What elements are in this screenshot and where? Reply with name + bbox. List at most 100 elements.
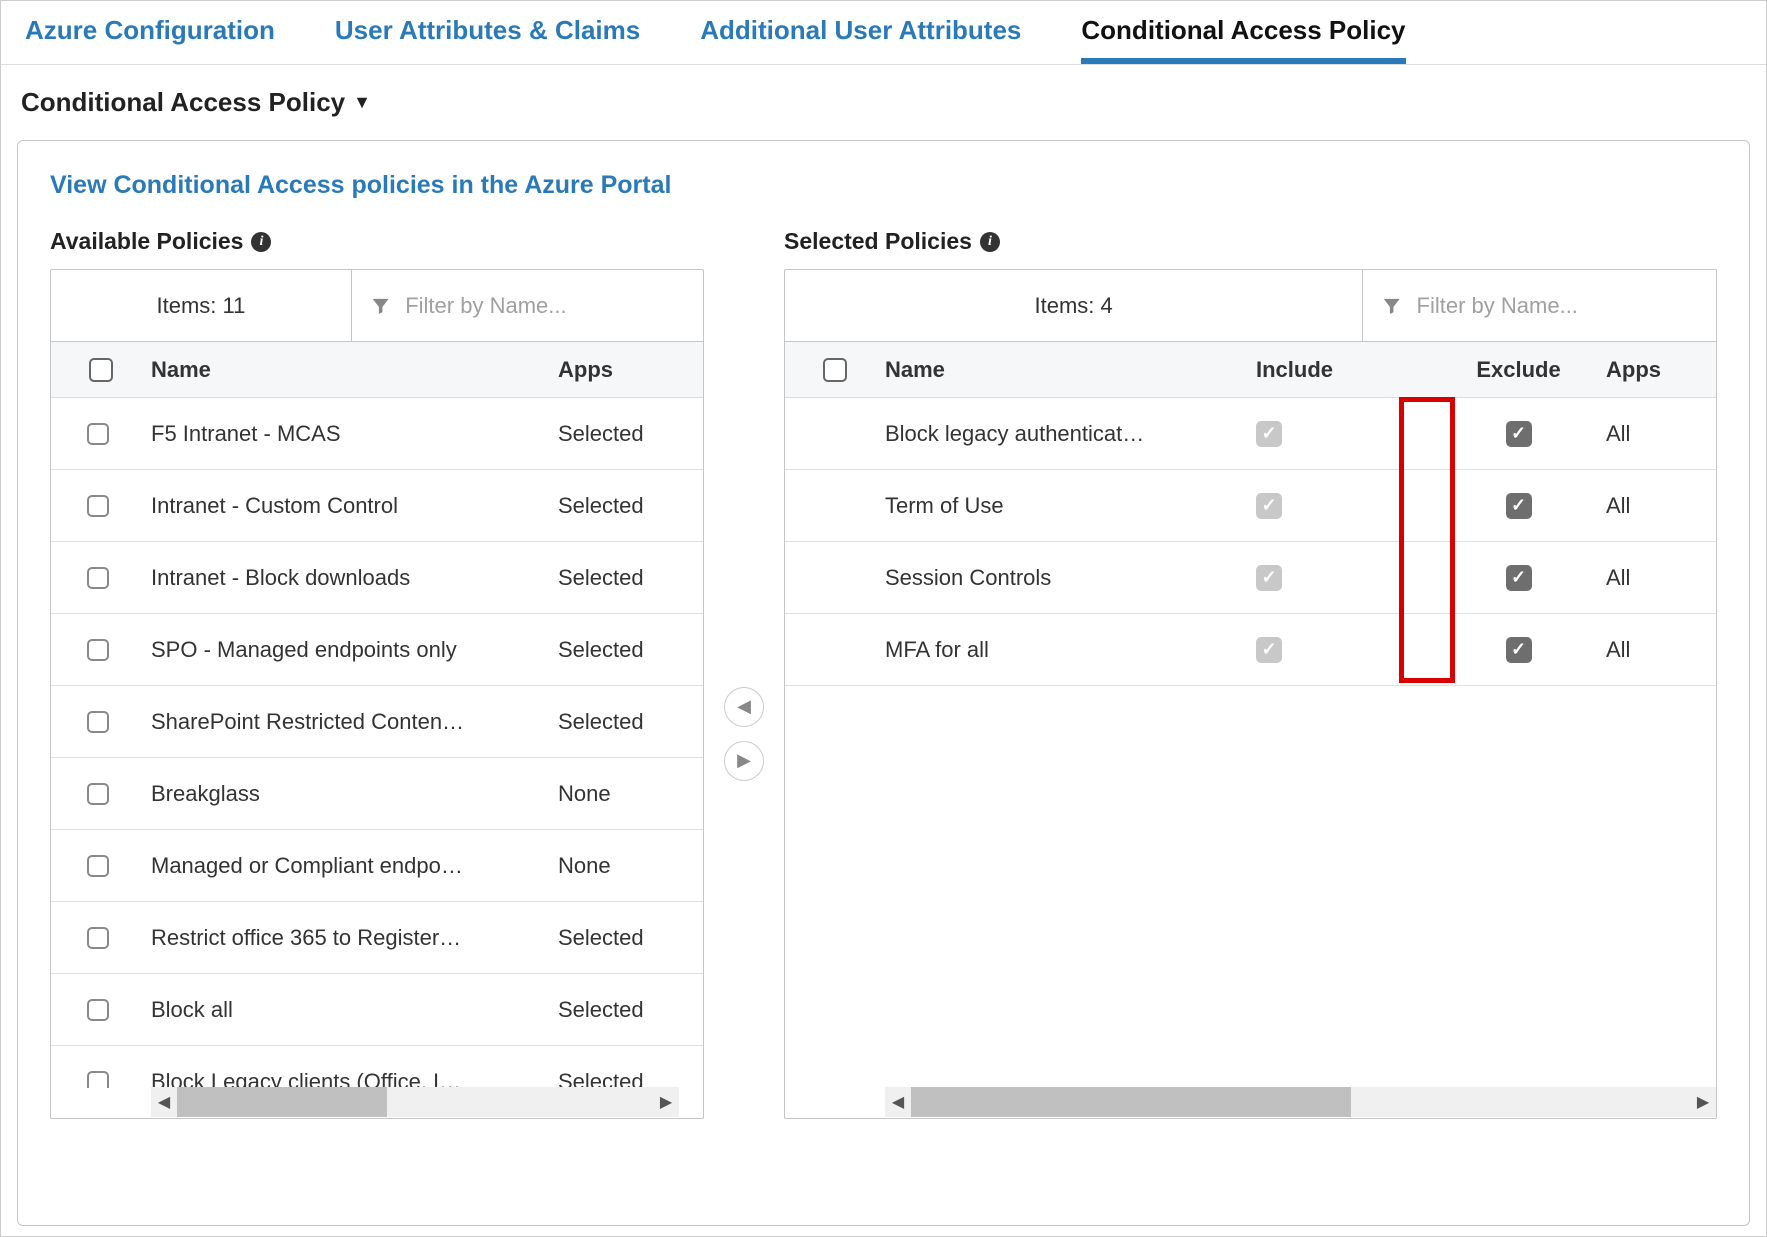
policy-apps: Selected <box>558 997 703 1023</box>
table-row[interactable]: Block Legacy clients (Office, I…Selected <box>51 1046 703 1088</box>
policy-name: Block Legacy clients (Office, I… <box>151 1069 558 1089</box>
selected-policies-block: Selected Policies i Items: 4 <box>784 228 1717 1119</box>
row-checkbox[interactable] <box>87 639 109 661</box>
policy-name: F5 Intranet - MCAS <box>151 421 558 447</box>
available-policies-block: Available Policies i Items: 11 <box>50 228 704 1119</box>
available-items-count: Items: 11 <box>51 270 351 341</box>
policy-apps: Selected <box>558 1069 703 1089</box>
table-row[interactable]: SharePoint Restricted Conten…Selected <box>51 686 703 758</box>
selected-header-exclude[interactable]: Exclude <box>1431 357 1606 383</box>
table-row[interactable]: Intranet - Custom ControlSelected <box>51 470 703 542</box>
policy-name: SharePoint Restricted Conten… <box>151 709 558 735</box>
remove-button[interactable]: ◀ <box>724 687 764 727</box>
selected-title-label: Selected Policies <box>784 228 972 255</box>
filter-icon <box>370 294 391 318</box>
table-row[interactable]: SPO - Managed endpoints onlySelected <box>51 614 703 686</box>
tab-bar: Azure Configuration User Attributes & Cl… <box>1 1 1766 65</box>
scroll-right-icon[interactable]: ▶ <box>653 1087 679 1117</box>
policy-apps: Selected <box>558 565 703 591</box>
filter-icon <box>1381 294 1402 318</box>
row-checkbox[interactable] <box>87 1071 109 1089</box>
include-checkbox: ✓ <box>1256 637 1282 663</box>
policy-name: Session Controls <box>885 565 1256 591</box>
add-button[interactable]: ▶ <box>724 741 764 781</box>
policy-name: Block all <box>151 997 558 1023</box>
table-row[interactable]: F5 Intranet - MCASSelected <box>51 398 703 470</box>
include-checkbox: ✓ <box>1256 421 1282 447</box>
table-row[interactable]: Managed or Compliant endpo…None <box>51 830 703 902</box>
info-icon[interactable]: i <box>980 232 1000 252</box>
exclude-checkbox[interactable]: ✓ <box>1506 493 1532 519</box>
policy-apps: Selected <box>558 493 703 519</box>
exclude-checkbox[interactable]: ✓ <box>1506 637 1532 663</box>
available-filter-input[interactable] <box>405 293 685 319</box>
exclude-checkbox[interactable]: ✓ <box>1506 565 1532 591</box>
selected-select-all-checkbox[interactable] <box>823 358 847 382</box>
table-row[interactable]: Restrict office 365 to Register…Selected <box>51 902 703 974</box>
policy-name: Managed or Compliant endpo… <box>151 853 558 879</box>
row-checkbox[interactable] <box>87 495 109 517</box>
tab-additional-user-attributes[interactable]: Additional User Attributes <box>700 13 1021 64</box>
policy-name: SPO - Managed endpoints only <box>151 637 558 663</box>
policy-name: Intranet - Custom Control <box>151 493 558 519</box>
available-select-all-checkbox[interactable] <box>89 358 113 382</box>
selected-header-name[interactable]: Name <box>885 357 1256 383</box>
scroll-right-icon[interactable]: ▶ <box>1690 1087 1716 1117</box>
section-toggle[interactable]: Conditional Access Policy ▼ <box>1 65 1766 140</box>
policy-name: Intranet - Block downloads <box>151 565 558 591</box>
policy-apps: Selected <box>558 925 703 951</box>
scroll-left-icon[interactable]: ◀ <box>885 1087 911 1117</box>
include-checkbox: ✓ <box>1256 493 1282 519</box>
row-checkbox[interactable] <box>87 999 109 1021</box>
shuttle-controls: ◀ ▶ <box>724 567 764 781</box>
policy-name: Block legacy authenticat… <box>885 421 1256 447</box>
policy-apps: Selected <box>558 637 703 663</box>
info-icon[interactable]: i <box>251 232 271 252</box>
exclude-checkbox[interactable]: ✓ <box>1506 421 1532 447</box>
row-checkbox[interactable] <box>87 711 109 733</box>
policy-panel: View Conditional Access policies in the … <box>17 140 1750 1226</box>
scroll-left-icon[interactable]: ◀ <box>151 1087 177 1117</box>
policy-apps: All <box>1606 493 1716 519</box>
tab-conditional-access-policy[interactable]: Conditional Access Policy <box>1081 13 1405 64</box>
policy-apps: Selected <box>558 709 703 735</box>
table-row[interactable]: Intranet - Block downloadsSelected <box>51 542 703 614</box>
selected-items-count: Items: 4 <box>785 270 1362 341</box>
table-row[interactable]: MFA for all✓✓All <box>785 614 1716 686</box>
section-title-label: Conditional Access Policy <box>21 87 345 118</box>
table-row[interactable]: Term of Use✓✓All <box>785 470 1716 542</box>
row-checkbox[interactable] <box>87 423 109 445</box>
policy-apps: None <box>558 781 703 807</box>
available-policies-title: Available Policies i <box>50 228 704 255</box>
policy-name: Restrict office 365 to Register… <box>151 925 558 951</box>
selected-filter-input[interactable] <box>1417 293 1698 319</box>
tab-user-attributes-claims[interactable]: User Attributes & Claims <box>335 13 640 64</box>
tab-azure-configuration[interactable]: Azure Configuration <box>25 13 275 64</box>
available-horizontal-scrollbar[interactable]: ◀ ▶ <box>151 1087 679 1117</box>
table-row[interactable]: Block legacy authenticat…✓✓All <box>785 398 1716 470</box>
available-header-name[interactable]: Name <box>151 357 558 383</box>
table-row[interactable]: Session Controls✓✓All <box>785 542 1716 614</box>
include-checkbox: ✓ <box>1256 565 1282 591</box>
policy-apps: All <box>1606 565 1716 591</box>
policy-apps: None <box>558 853 703 879</box>
selected-policies-title: Selected Policies i <box>784 228 1717 255</box>
selected-header-include[interactable]: Include <box>1256 357 1431 383</box>
chevron-down-icon: ▼ <box>353 92 371 113</box>
table-row[interactable]: BreakglassNone <box>51 758 703 830</box>
policy-apps: Selected <box>558 421 703 447</box>
selected-horizontal-scrollbar[interactable]: ◀ ▶ <box>885 1087 1716 1117</box>
row-checkbox[interactable] <box>87 927 109 949</box>
table-row[interactable]: Block allSelected <box>51 974 703 1046</box>
row-checkbox[interactable] <box>87 783 109 805</box>
available-title-label: Available Policies <box>50 228 243 255</box>
azure-portal-link[interactable]: View Conditional Access policies in the … <box>50 171 671 200</box>
policy-name: Term of Use <box>885 493 1256 519</box>
policy-name: MFA for all <box>885 637 1256 663</box>
policy-apps: All <box>1606 637 1716 663</box>
row-checkbox[interactable] <box>87 855 109 877</box>
policy-name: Breakglass <box>151 781 558 807</box>
selected-header-apps[interactable]: Apps <box>1606 357 1716 383</box>
available-header-apps[interactable]: Apps <box>558 357 703 383</box>
row-checkbox[interactable] <box>87 567 109 589</box>
